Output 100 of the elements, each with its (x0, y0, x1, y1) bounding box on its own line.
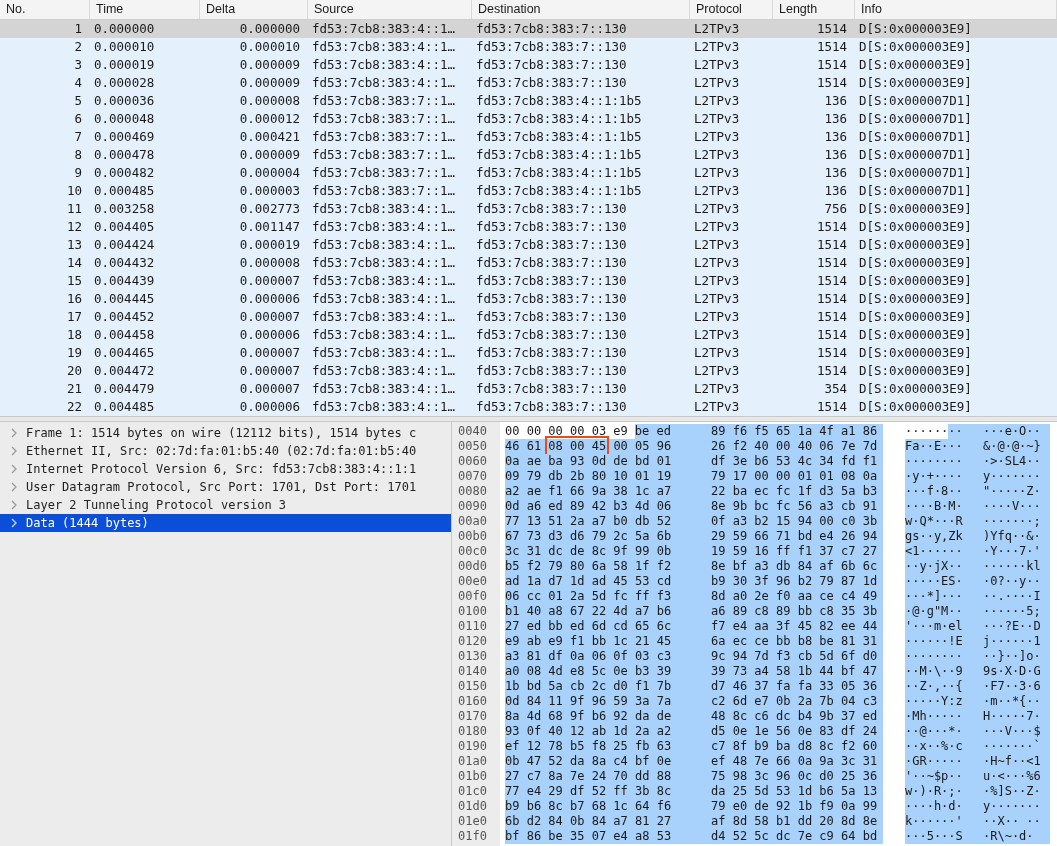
table-cell: 0.000421 (239, 128, 300, 144)
table-cell: L2TPv3 (694, 218, 740, 234)
offset-label: 00f0 (457, 589, 488, 604)
ascii-text: ········ (905, 649, 964, 664)
ascii-text: y······· (983, 469, 1041, 484)
table-cell: fd53:7cb8:383:7::130 (476, 74, 627, 90)
ascii-text: Fa··E··· (905, 439, 964, 454)
hex-bytes: 8e 9b bc fc 56 a3 cb 91 (711, 499, 878, 514)
column-header[interactable]: Protocol (696, 0, 742, 19)
tree-item[interactable]: Frame 1: 1514 bytes on wire (12112 bits), 1514 bytes c (0, 424, 451, 442)
hex-bytes: 77 e4 29 df 52 ff 3b 8c (505, 784, 673, 799)
table-cell: fd53:7cb8:383:4::1… (312, 56, 455, 72)
hex-bytes: a3 81 df 0a 06 0f 03 c3 (505, 649, 673, 664)
offset-label: 01c0 (457, 784, 488, 799)
table-cell: 6 (74, 110, 82, 126)
table-cell: 0.000007 (239, 308, 300, 324)
ascii-text: ······kl (983, 559, 1041, 574)
table-cell: 0.000008 (239, 92, 300, 108)
hex-bytes: 26 f2 40 00 40 06 7e 7d (711, 439, 878, 454)
column-header[interactable]: Length (779, 0, 818, 19)
table-cell: D[S:0x000007D1] (859, 128, 972, 144)
hex-bytes: 48 8c c6 dc b4 9b 37 ed (711, 709, 878, 724)
offset-label: 01d0 (457, 799, 488, 814)
table-cell: D[S:0x000007D1] (859, 182, 972, 198)
table-cell: D[S:0x000003E9] (859, 38, 972, 54)
column-header[interactable]: Time (96, 0, 124, 19)
table-cell: D[S:0x000003E9] (859, 362, 972, 378)
ascii-text: ···?E··D (983, 619, 1041, 634)
table-cell: 0.000469 (94, 128, 155, 144)
table-cell: 21 (66, 380, 82, 396)
column-header[interactable]: Info (861, 0, 882, 19)
ascii-text: ·>·SL4·· (983, 454, 1041, 469)
column-header[interactable]: No. (6, 0, 26, 19)
table-cell: fd53:7cb8:383:4::1… (312, 308, 455, 324)
table-cell: 3 (74, 56, 82, 72)
table-cell: 8 (74, 146, 82, 162)
hex-bytes: a6 89 c8 89 bb c8 35 3b (711, 604, 878, 619)
hex-bytes: 8e bf a3 db 84 af 6b 6c (711, 559, 878, 574)
table-cell: 756 (824, 200, 847, 216)
table-cell: 1514 (816, 74, 847, 90)
table-cell: 7 (74, 128, 82, 144)
table-cell: 0.000003 (239, 182, 300, 198)
ascii-text: ··Z·,··{ (905, 679, 964, 694)
table-cell: fd53:7cb8:383:4::1… (312, 236, 455, 252)
tree-item[interactable]: Internet Protocol Version 6, Src: fd53:7cb8:383:4::1:1 (0, 460, 451, 478)
hex-bytes: 67 73 d3 d6 79 2c 5a 6b (505, 529, 673, 544)
ascii-text: ··}··]o· (983, 649, 1041, 664)
ascii-text: <1······ (905, 544, 964, 559)
table-cell: 0.000000 (94, 20, 155, 36)
table-cell: 0.004432 (94, 254, 155, 270)
ascii-text: ·0?··y·· (983, 574, 1041, 589)
offset-label: 00a0 (457, 514, 488, 529)
hex-bytes: 06 cc 01 2a 5d fc ff f3 (505, 589, 673, 604)
tree-item[interactable]: Layer 2 Tunneling Protocol version 3 (0, 496, 451, 514)
hex-bytes: 8d a0 2e f0 aa ce c4 49 (711, 589, 878, 604)
table-cell: 1514 (816, 56, 847, 72)
table-cell: 0.000485 (94, 182, 155, 198)
offset-label: 0100 (457, 604, 488, 619)
hex-bytes: 75 98 3c 96 0c d0 25 36 (711, 769, 878, 784)
table-cell: fd53:7cb8:383:7::1… (312, 146, 455, 162)
ascii-text: ··x··%·c (905, 739, 964, 754)
hex-bytes: d7 46 37 fa fa 33 05 36 (711, 679, 878, 694)
table-cell: 0.004405 (94, 218, 155, 234)
column-header[interactable]: Destination (478, 0, 541, 19)
ascii-text: ······5; (983, 604, 1041, 619)
table-cell: D[S:0x000007D1] (859, 146, 972, 162)
table-cell: fd53:7cb8:383:4::1… (312, 344, 455, 360)
table-cell: 0.000008 (239, 254, 300, 270)
hex-bytes: bf 86 be 35 07 e4 a8 53 (505, 829, 673, 844)
tree-item[interactable]: Ethernet II, Src: 02:7d:fa:01:b5:40 (02:7d:fa:01:b5:40 (0, 442, 451, 460)
hex-bytes: a0 08 4d e8 5c 0e b3 39 (505, 664, 673, 679)
ascii-text: ··X·· ·· (983, 814, 1041, 829)
ascii-text: ···V···$ (983, 724, 1041, 739)
table-cell: L2TPv3 (694, 308, 740, 324)
ascii-text: u·<···%6 (983, 769, 1041, 784)
table-cell: fd53:7cb8:383:4::1… (312, 200, 455, 216)
table-cell: 0.000036 (94, 92, 155, 108)
offset-label: 0150 (457, 679, 488, 694)
ascii-text: ·······` (983, 739, 1041, 754)
hex-bytes: 27 ed bb ed 6d cd 65 6c (505, 619, 673, 634)
offset-label: 00e0 (457, 574, 488, 589)
hex-bytes: da 25 5d 53 1d b6 5a 13 (711, 784, 878, 799)
table-cell: L2TPv3 (694, 362, 740, 378)
tree-item[interactable]: User Datagram Protocol, Src Port: 1701, Dst Port: 1701 (0, 478, 451, 496)
table-cell: 10 (66, 182, 82, 198)
table-cell: 0.004445 (94, 290, 155, 306)
hex-bytes: 77 13 51 2a a7 b0 db 52 (505, 514, 673, 529)
table-cell: fd53:7cb8:383:7::1… (312, 92, 455, 108)
column-header[interactable]: Delta (206, 0, 236, 19)
packet-row[interactable]: 1 0.000000 0.000000 fd53:7cb8:383:4::1… fd53:7cb8:383:7::130 L2TPv3 1514 D[S:0x000003E9] (0, 20, 1057, 38)
table-cell: fd53:7cb8:383:7::1… (312, 128, 455, 144)
column-header[interactable]: Source (314, 0, 354, 19)
hex-bytes: 0d 84 11 9f 96 59 3a 7a (505, 694, 673, 709)
table-cell: 0.004458 (94, 326, 155, 342)
table-cell: L2TPv3 (694, 344, 740, 360)
ascii-text: ·F7··3·6 (983, 679, 1041, 694)
table-cell: fd53:7cb8:383:7::130 (476, 326, 627, 342)
tree-item[interactable]: Data (1444 bytes) (0, 514, 451, 532)
ascii-text: ·GR····· (905, 754, 964, 769)
ascii-text: y······· (983, 799, 1041, 814)
